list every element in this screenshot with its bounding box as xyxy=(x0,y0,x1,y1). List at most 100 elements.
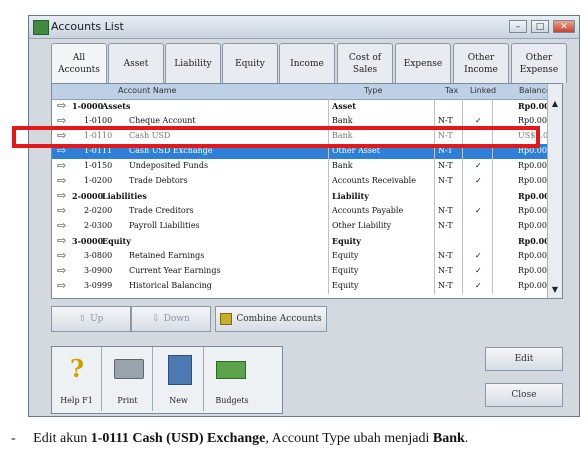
account-tax: N-T xyxy=(438,221,453,230)
account-balance: Rp0.00 xyxy=(518,116,547,125)
column-divider xyxy=(328,189,329,204)
scroll-up-icon[interactable]: ▲ xyxy=(549,98,561,110)
column-divider xyxy=(328,249,329,264)
table-row[interactable]: ⇨ 1-0150 Undeposited Funds Bank N-T ✓ Rp0.00 xyxy=(52,159,548,174)
column-divider xyxy=(492,234,493,249)
col-tax[interactable]: Tax xyxy=(445,86,458,95)
down-button[interactable]: ⇩ Down xyxy=(131,306,211,332)
close-button[interactable]: Close xyxy=(485,383,563,407)
account-type: Bank xyxy=(332,116,353,125)
table-row[interactable]: ⇨ 1-0000 Assets Asset Rp0.00 xyxy=(52,99,550,114)
account-type: Equity xyxy=(332,236,361,246)
combine-accounts-button[interactable]: Combine Accounts xyxy=(215,306,327,332)
table-row[interactable]: ⇨ 3-0000 Equity Equity Rp0.00 xyxy=(52,234,550,249)
account-number: 3-0800 xyxy=(84,251,113,260)
column-divider xyxy=(492,279,493,294)
app-icon xyxy=(33,20,49,35)
account-name: Payroll Liabilities xyxy=(129,221,200,230)
column-divider xyxy=(328,234,329,249)
row-arrow-icon: ⇨ xyxy=(57,249,67,262)
window-title: Accounts List xyxy=(51,20,124,33)
combine-icon xyxy=(220,313,233,325)
col-type[interactable]: Type xyxy=(364,86,382,95)
up-button[interactable]: ⇧ Up xyxy=(51,306,131,332)
account-balance: Rp0.00 xyxy=(518,101,550,111)
minimize-icon[interactable]: – xyxy=(509,20,527,33)
column-divider xyxy=(434,174,435,189)
accounts-list-window: Accounts List – □ ✕ All Accounts Asset L… xyxy=(28,15,580,417)
print-button[interactable]: Print xyxy=(103,347,153,411)
account-type: Equity xyxy=(332,251,359,260)
account-balance: Rp0.00 xyxy=(518,251,547,260)
col-account-name[interactable]: Account Name xyxy=(118,86,176,95)
col-linked[interactable]: Linked xyxy=(470,86,496,95)
column-divider xyxy=(462,264,463,279)
tab-all-accounts[interactable]: All Accounts xyxy=(51,43,107,83)
account-number: 2-0300 xyxy=(84,221,113,230)
tab-income[interactable]: Income xyxy=(279,43,335,83)
column-divider xyxy=(434,234,435,249)
account-name: Liabilities xyxy=(102,191,147,201)
account-number: 1-0150 xyxy=(84,161,113,170)
account-type: Asset xyxy=(332,101,356,111)
tab-asset[interactable]: Asset xyxy=(108,43,164,83)
table-row[interactable]: ⇨ 2-0000 Liabilities Liability Rp0.00 xyxy=(52,189,550,204)
column-divider xyxy=(462,204,463,219)
tab-equity[interactable]: Equity xyxy=(222,43,278,83)
budgets-button[interactable]: Budgets xyxy=(205,347,259,411)
printer-icon xyxy=(114,359,144,379)
maximize-icon[interactable]: □ xyxy=(531,20,549,33)
column-divider xyxy=(328,99,329,114)
accounts-grid: Account Name Type Tax Linked Balance ⇨ 1-… xyxy=(51,83,563,299)
tab-cost-of-sales[interactable]: Cost of Sales xyxy=(337,43,393,83)
account-type: Equity xyxy=(332,266,359,275)
table-row[interactable]: ⇨ 3-0999 Historical Balancing Equity N-T ✓ Rp0… xyxy=(52,279,548,294)
column-divider xyxy=(462,234,463,249)
close-icon[interactable]: ✕ xyxy=(553,20,575,33)
column-divider xyxy=(328,279,329,294)
table-row[interactable]: ⇨ 3-0900 Current Year Earnings Equity N-T ✓ Rp… xyxy=(52,264,548,279)
up-arrow-icon: ⇧ xyxy=(78,314,87,324)
account-name: Trade Creditors xyxy=(129,206,194,215)
column-divider xyxy=(328,219,329,234)
column-divider xyxy=(328,204,329,219)
account-number: 2-0000 xyxy=(72,191,104,201)
table-row[interactable]: ⇨ 2-0300 Payroll Liabilities Other Liabilit… xyxy=(52,219,548,234)
table-row[interactable]: ⇨ 1-0200 Trade Debtors Accounts Receivable N… xyxy=(52,174,548,189)
row-arrow-icon: ⇨ xyxy=(57,174,67,187)
vertical-scrollbar[interactable]: ▲ ▼ xyxy=(547,84,562,298)
column-divider xyxy=(434,219,435,234)
account-balance: Rp0.00 xyxy=(518,221,547,230)
account-type: Equity xyxy=(332,281,359,290)
table-row[interactable]: ⇨ 2-0200 Trade Creditors Accounts Payable N-… xyxy=(52,204,548,219)
caption-text-mid: , Account Type ubah menjadi xyxy=(265,431,433,446)
edit-button[interactable]: Edit xyxy=(485,347,563,371)
account-name: Trade Debtors xyxy=(129,176,188,185)
row-arrow-icon: ⇨ xyxy=(57,234,67,247)
budgets-icon xyxy=(216,361,246,379)
account-name: Undeposited Funds xyxy=(129,161,209,170)
tab-other-income[interactable]: Other Income xyxy=(453,43,509,83)
tab-liability[interactable]: Liability xyxy=(165,43,221,83)
row-arrow-icon: ⇨ xyxy=(57,279,67,292)
row-arrow-icon: ⇨ xyxy=(57,99,67,112)
column-divider xyxy=(492,99,493,114)
account-balance: Rp0.00 xyxy=(518,236,550,246)
tab-other-expense[interactable]: Other Expense xyxy=(511,43,567,83)
column-divider xyxy=(462,174,463,189)
table-row[interactable]: ⇨ 3-0800 Retained Earnings Equity N-T ✓ Rp0.00 xyxy=(52,249,548,264)
caption-account-name: 1-0111 Cash (USD) Exchange xyxy=(90,431,266,446)
account-type-tabs: All Accounts Asset Liability Equity Inco… xyxy=(51,43,567,83)
scroll-down-icon[interactable]: ▼ xyxy=(549,284,561,296)
account-number: 3-0900 xyxy=(84,266,113,275)
tab-expense[interactable]: Expense xyxy=(395,43,451,83)
down-arrow-icon: ⇩ xyxy=(152,314,160,324)
help-button[interactable]: ? Help F1 xyxy=(52,347,102,411)
account-tax: N-T xyxy=(438,281,453,290)
account-linked: ✓ xyxy=(475,251,482,260)
account-number: 1-0200 xyxy=(84,176,113,185)
account-balance: Rp0.00 xyxy=(518,191,550,201)
account-type: Other Liability xyxy=(332,221,392,230)
account-linked: ✓ xyxy=(475,206,482,215)
new-button[interactable]: New xyxy=(154,347,204,411)
